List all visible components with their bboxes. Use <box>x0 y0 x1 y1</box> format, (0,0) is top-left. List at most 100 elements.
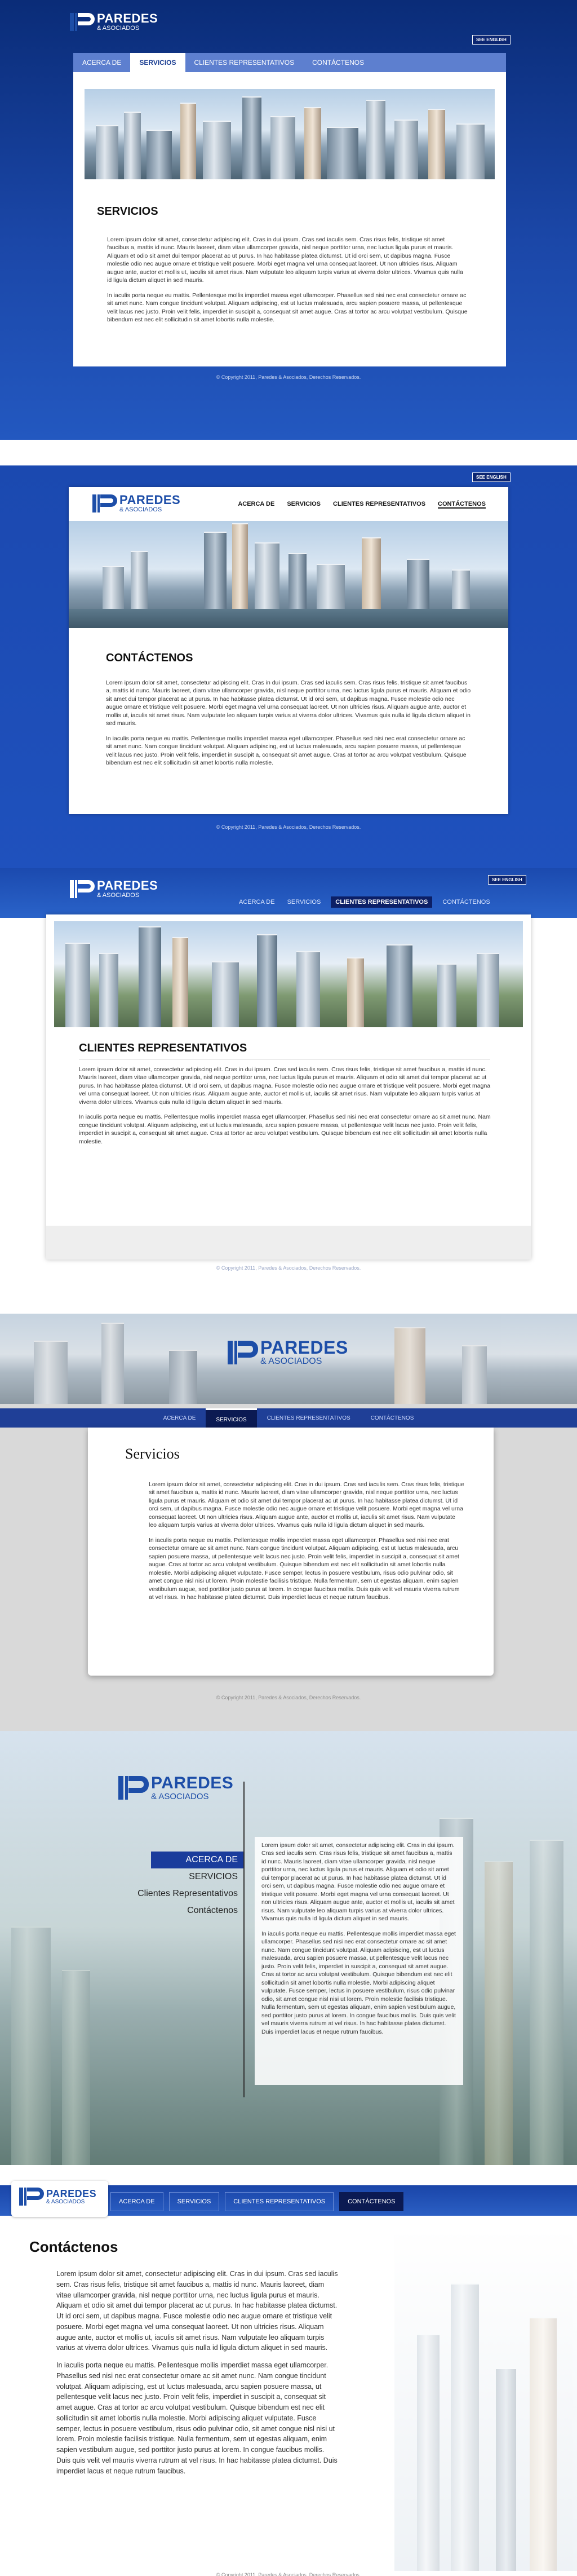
nav-clientes[interactable]: CLIENTES REPRESENTATIVOS <box>185 53 304 72</box>
paragraph-1: Lorem ipsum dolor sit amet, consectetur … <box>106 679 471 727</box>
main-nav: ACERCA DE SERVICIOS CLIENTES REPRESENTAT… <box>0 1408 577 1428</box>
paragraph-1: Lorem ipsum dolor sit amet, consectetur … <box>261 1842 455 1923</box>
paragraph-2: In iaculis porta neque eu mattis. Pellen… <box>261 1930 456 2035</box>
paragraph-2: In iaculis porta neque eu mattis. Pellen… <box>79 1114 491 1145</box>
body-text: Lorem ipsum dolor sit amet, consectetur … <box>56 2269 338 2476</box>
logo-name: PAREDES <box>260 1337 348 1358</box>
nav-servicios[interactable]: SERVICIOS <box>285 896 323 908</box>
nav-contactenos[interactable]: CONTÁCTENOS <box>303 53 373 72</box>
footer-copyright: © Copyright 2011, Paredes & Asociados, D… <box>216 374 361 380</box>
logo[interactable]: PAREDES & ASOCIADOS <box>70 880 158 899</box>
nav-contactenos[interactable]: CONTÁCTENOS <box>339 2192 404 2211</box>
nav-servicios[interactable]: SERVICIOS <box>130 53 185 72</box>
content-card: CLIENTES REPRESENTATIVOS Lorem ipsum dol… <box>46 914 531 1260</box>
logo-sub: & ASOCIADOS <box>46 2198 85 2205</box>
footer-copyright: © Copyright 2011, Paredes & Asociados, D… <box>216 824 361 830</box>
content-card: PAREDES & ASOCIADOS ACERCA DE SERVICIOS C… <box>69 487 508 814</box>
logo-name: PAREDES <box>97 11 158 25</box>
logo-name: PAREDES <box>119 493 181 507</box>
nav-servicios[interactable]: SERVICIOS <box>101 1868 243 1885</box>
body-text: Lorem ipsum dolor sit amet, consectetur … <box>261 1841 456 2036</box>
main-nav: ACERCA DE SERVICIOS CLIENTES REPRESENTAT… <box>237 896 492 908</box>
body-text: Lorem ipsum dolor sit amet, consectetur … <box>79 1066 496 1146</box>
background-image <box>394 2233 577 2571</box>
divider-line <box>243 1782 245 2097</box>
logo-name: PAREDES <box>151 1774 234 1792</box>
hero-image <box>85 89 495 179</box>
design-3: PAREDES & ASOCIADOS SEE ENGLISH ACERCA DE… <box>0 868 577 1314</box>
logo-icon <box>19 2188 44 2206</box>
hero-image <box>54 921 523 1027</box>
footer-band <box>46 1226 531 1260</box>
nav-servicios[interactable]: SERVICIOS <box>287 501 321 509</box>
nav-contactenos[interactable]: CONTÁCTENOS <box>440 896 492 908</box>
paragraph-1: Lorem ipsum dolor sit amet, consectetur … <box>149 1481 464 1529</box>
nav-clientes[interactable]: CLIENTES REPRESENTATIVOS <box>257 1408 361 1428</box>
language-link[interactable]: SEE ENGLISH <box>472 472 511 482</box>
paragraph-1: Lorem ipsum dolor sit amet, consectetur … <box>79 1066 491 1106</box>
main-nav: ACERCA DE SERVICIOS CLIENTES REPRESENTAT… <box>73 53 506 72</box>
design-2: SEE ENGLISH PAREDES & ASOCIADOS ACERCA DE… <box>0 440 577 868</box>
nav-clientes[interactable]: CLIENTES REPRESENTATIVOS <box>333 501 425 509</box>
content-card: Servicios Lorem ipsum dolor sit amet, co… <box>88 1428 494 1676</box>
logo-icon <box>70 13 95 31</box>
logo-icon <box>92 494 117 512</box>
nav-servicios[interactable]: SERVICIOS <box>206 1408 257 1428</box>
hero-image <box>69 521 508 628</box>
language-link[interactable]: SEE ENGLISH <box>472 35 511 45</box>
nav-contactenos[interactable]: CONTÁCTENOS <box>361 1408 424 1428</box>
logo-name: PAREDES <box>46 2188 97 2199</box>
page-title: CONTÁCTENOS <box>106 652 193 664</box>
language-link[interactable]: SEE ENGLISH <box>488 875 526 885</box>
nav-acerca[interactable]: ACERCA DE <box>238 501 274 509</box>
text-panel: Lorem ipsum dolor sit amet, consectetur … <box>255 1837 463 2085</box>
logo-icon <box>70 880 95 898</box>
body-text: Lorem ipsum dolor sit amet, consectetur … <box>106 679 472 767</box>
nav-servicios[interactable]: SERVICIOS <box>168 2192 220 2211</box>
logo[interactable]: PAREDES & ASOCIADOS <box>228 1338 348 1366</box>
nav-clientes[interactable]: CLIENTES REPRESENTATIVOS <box>331 896 433 908</box>
logo[interactable]: PAREDES & ASOCIADOS <box>19 2188 96 2206</box>
nav-clientes[interactable]: CLIENTES REPRESENTATIVOS <box>225 2192 334 2211</box>
main-nav: ACERCA DE SERVICIOS CLIENTES REPRESENTAT… <box>238 501 486 509</box>
logo-sub: & ASOCIADOS <box>97 892 140 899</box>
logo-icon <box>118 1776 149 1800</box>
design-5: PAREDES & ASOCIADOS ACERCA DE SERVICIOS C… <box>0 1731 577 2165</box>
page-title: Servicios <box>125 1446 180 1462</box>
nav-clientes[interactable]: Clientes Representativos <box>101 1885 243 1902</box>
side-nav: ACERCA DE SERVICIOS Clientes Representat… <box>101 1852 243 1919</box>
design-1: PAREDES & ASOCIADOS SEE ENGLISH ACERCA DE… <box>0 0 577 440</box>
page-title: Contáctenos <box>29 2238 118 2255</box>
logo[interactable]: PAREDES & ASOCIADOS <box>118 1775 233 1801</box>
nav-acerca[interactable]: ACERCA DE <box>153 1408 206 1428</box>
nav-contactenos[interactable]: CONTÁCTENOS <box>438 501 486 509</box>
paragraph-2: In iaculis porta neque eu mattis. Pellen… <box>149 1536 460 1601</box>
logo[interactable]: PAREDES & ASOCIADOS <box>70 12 158 32</box>
nav-acerca[interactable]: ACERCA DE <box>73 53 130 72</box>
page-title: CLIENTES REPRESENTATIVOS <box>79 1042 247 1054</box>
footer-copyright: © Copyright 2011, Paredes & Asociados, D… <box>216 2572 361 2576</box>
paragraph-2: In iaculis porta neque eu mattis. Pellen… <box>106 735 467 767</box>
logo-sub: & ASOCIADOS <box>151 1792 209 1801</box>
body-text: Lorem ipsum dolor sit amet, consectetur … <box>149 1481 464 1602</box>
nav-acerca[interactable]: ACERCA DE <box>151 1852 243 1868</box>
nav-acerca[interactable]: ACERCA DE <box>237 896 277 908</box>
nav-acerca[interactable]: ACERCA DE <box>110 2192 163 2211</box>
logo-sub: & ASOCIADOS <box>97 25 140 32</box>
nav-contactenos[interactable]: Contáctenos <box>101 1902 243 1919</box>
footer-copyright: © Copyright 2011, Paredes & Asociados, D… <box>216 1265 361 1271</box>
logo-sub: & ASOCIADOS <box>119 506 162 513</box>
paragraph-2: In iaculis porta neque eu mattis. Pellen… <box>107 291 468 324</box>
body-text: Lorem ipsum dolor sit amet, consectetur … <box>107 236 468 324</box>
content-card: SERVICIOS Lorem ipsum dolor sit amet, co… <box>73 72 506 366</box>
paragraph-2: In iaculis porta neque eu mattis. Pellen… <box>56 2361 338 2475</box>
design-4: PAREDES & ASOCIADOS ACERCA DE SERVICIOS C… <box>0 1314 577 1731</box>
page-title: SERVICIOS <box>97 205 158 218</box>
paragraph-1: Lorem ipsum dolor sit amet, consectetur … <box>107 236 463 284</box>
logo[interactable]: PAREDES & ASOCIADOS <box>92 494 180 513</box>
paragraph-1: Lorem ipsum dolor sit amet, consectetur … <box>56 2270 338 2352</box>
logo-name: PAREDES <box>97 878 158 892</box>
design-6: PAREDES & ASOCIADOS ACERCA DE SERVICIOS C… <box>0 2165 577 2576</box>
footer-copyright: © Copyright 2011, Paredes & Asociados, D… <box>216 1695 361 1700</box>
logo-icon <box>228 1340 258 1364</box>
